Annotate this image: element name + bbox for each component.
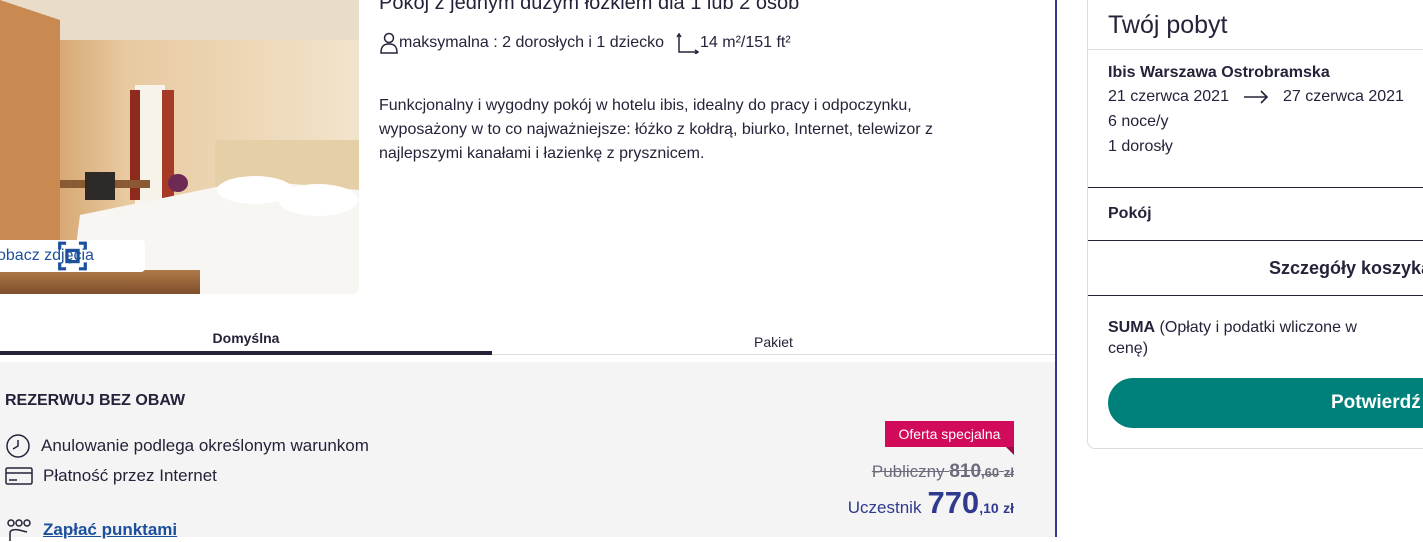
guests-count: 1 dorosły xyxy=(1108,138,1173,155)
room-description: Funkcjonalny i wygodny pokój w hotelu ib… xyxy=(379,97,934,162)
room-size: 14 m²/151 ft² xyxy=(700,34,791,51)
member-price-whole: 770 xyxy=(927,485,980,520)
rate-tabs: Domyślna Pakiet xyxy=(0,330,1055,355)
clock-icon xyxy=(6,434,30,458)
summary-title: Twój pobyt xyxy=(1088,0,1423,50)
tab-package[interactable]: Pakiet xyxy=(492,330,1055,355)
feature-payment: Płatność przez Internet xyxy=(5,466,217,486)
public-price-decimal: ,60 xyxy=(981,465,1000,480)
see-photos-button[interactable]: obacz zdjęcia xyxy=(0,240,145,272)
public-price: Publiczny 810,60 zł xyxy=(872,461,1014,483)
nights-count: 6 noce/y xyxy=(1108,113,1169,130)
public-price-currency: zł xyxy=(1003,465,1014,480)
total-label: SUMA (Opłaty i podatki wliczone w cenę) xyxy=(1088,296,1388,359)
total-title: SUMA xyxy=(1108,319,1156,336)
expand-icon xyxy=(58,241,124,271)
room-photo[interactable]: obacz zdjęcia xyxy=(0,0,359,294)
offer-title: REZERWUJ BEZ OBAW xyxy=(5,392,186,409)
special-offer-badge: Oferta specjalna xyxy=(885,421,1014,455)
column-separator xyxy=(1055,0,1057,537)
room-size-icon xyxy=(676,32,700,54)
room-section[interactable]: Pokój xyxy=(1088,188,1423,241)
room-capacity: maksymalna : 2 dorosłych i 1 dziecko xyxy=(399,34,664,51)
feature-payment-label: Płatność przez Internet xyxy=(43,466,217,485)
public-price-whole: 810 xyxy=(949,461,982,482)
stay-details: Ibis Warszawa Ostrobramska 21 czerwca 20… xyxy=(1088,50,1423,188)
offer-panel: REZERWUJ BEZ OBAW Anulowanie podlega okr… xyxy=(0,362,1055,541)
feature-cancellation-label: Anulowanie podlega określonym warunkom xyxy=(41,436,369,455)
room-title: Pokój z jednym dużym łóżkiem dla 1 lub 2… xyxy=(379,0,800,14)
credit-card-icon xyxy=(5,467,33,485)
feature-cancellation: Anulowanie podlega określonym warunkom xyxy=(5,433,369,459)
date-from: 21 czerwca 2021 xyxy=(1108,88,1229,105)
pay-with-points-link[interactable]: Zapłać punktami xyxy=(5,518,177,542)
hotel-name: Ibis Warszawa Ostrobramska xyxy=(1108,64,1330,81)
points-icon xyxy=(7,519,31,541)
stay-dates: 21 czerwca 2021 27 czerwca 2021 xyxy=(1108,88,1423,106)
stay-summary: Twój pobyt Ibis Warszawa Ostrobramska 21… xyxy=(1087,0,1423,449)
arrow-right-icon xyxy=(1243,90,1269,104)
cart-details-button[interactable]: Szczegóły koszyka xyxy=(1088,241,1423,296)
pay-with-points-label: Zapłać punktami xyxy=(43,520,178,539)
member-price-decimal: ,10 xyxy=(979,500,999,516)
date-to: 27 czerwca 2021 xyxy=(1282,88,1404,105)
member-price-currency: zł xyxy=(1003,500,1014,516)
tab-default[interactable]: Domyślna xyxy=(0,330,492,355)
public-price-label: Publiczny xyxy=(871,462,945,481)
confirm-button[interactable]: Potwierdź xyxy=(1108,378,1423,428)
member-price-label: Uczestnik xyxy=(847,498,922,517)
room-meta: maksymalna : 2 dorosłych i 1 dziecko 14 … xyxy=(379,32,791,54)
member-price: Uczestnik 770,10 zł xyxy=(848,485,1014,521)
person-icon xyxy=(379,32,399,54)
